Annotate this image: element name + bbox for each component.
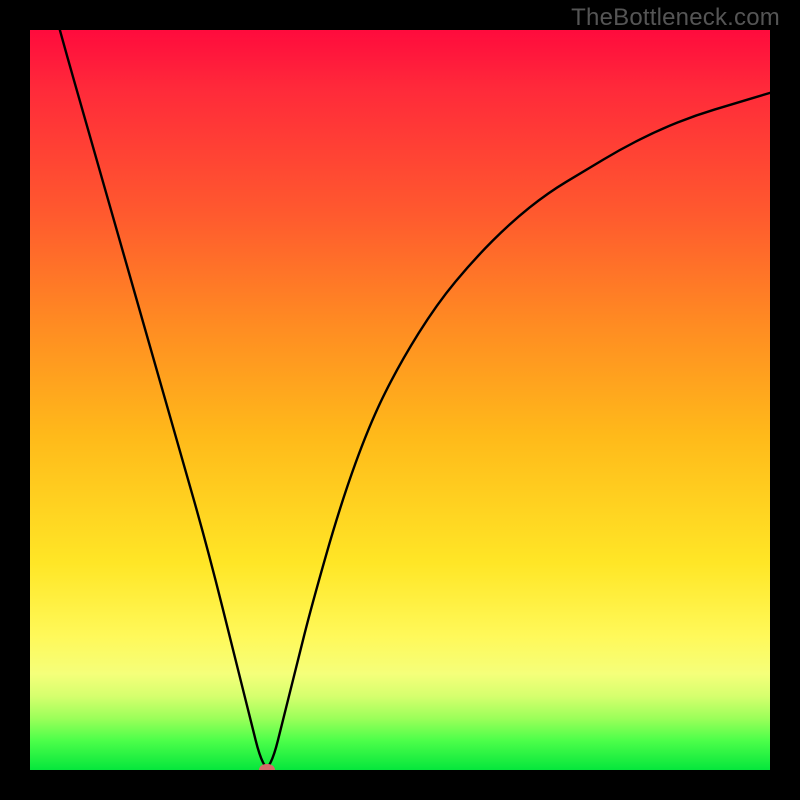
- curve-layer: [30, 30, 770, 770]
- watermark-text: TheBottleneck.com: [571, 4, 780, 32]
- chart-frame: TheBottleneck.com: [0, 0, 800, 800]
- bottleneck-curve: [30, 30, 770, 766]
- plot-area: [30, 30, 770, 770]
- optimum-marker: [259, 764, 275, 770]
